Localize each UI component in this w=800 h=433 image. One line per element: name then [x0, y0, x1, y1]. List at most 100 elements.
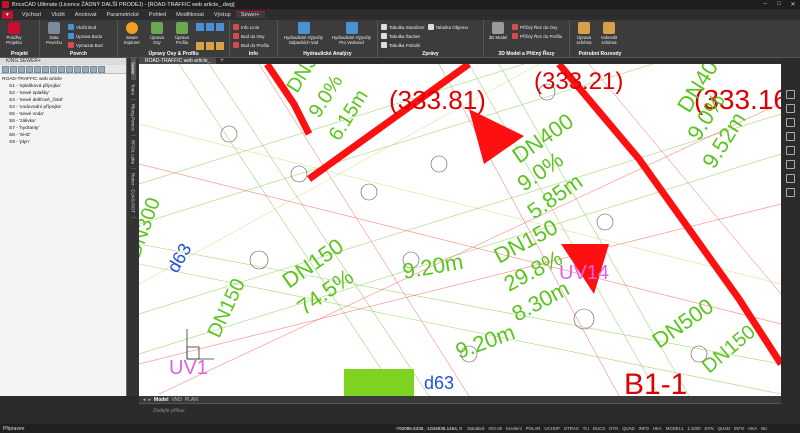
tabulka-staniceni-button[interactable]: Tabulka Staničení [381, 23, 425, 31]
drawing-svg[interactable]: (333.81) (333.21) (333.16) B1-1 DN3009.0… [139, 64, 781, 396]
layers-icon[interactable] [786, 118, 795, 127]
tool-icon[interactable] [206, 23, 214, 31]
tool-icon[interactable] [196, 41, 204, 50]
status-toggle-button[interactable]: OTRAS [562, 426, 581, 431]
structure-icon[interactable] [786, 160, 795, 169]
grid-icon[interactable] [786, 146, 795, 155]
tool-icon[interactable] [50, 66, 57, 73]
tree-item[interactable]: S9 - 'plyn' [2, 139, 124, 146]
layout-tab-vm3[interactable]: VM3 [171, 397, 181, 403]
minimize-icon[interactable]: – [758, 1, 772, 8]
vtab-rfoil[interactable]: RFOIL Luke [130, 136, 136, 169]
status-toggle-button[interactable]: DUCS [591, 426, 607, 431]
tab-modifikovat[interactable]: Modifikovat [171, 12, 209, 18]
group-upravy: Sewer Explorer Úprava Osy Úprava Profilu… [118, 20, 230, 58]
status-toggle-button[interactable]: Nic [759, 426, 769, 431]
tool-icon[interactable] [216, 23, 224, 31]
bod-do-osy-button[interactable]: Bod do Osy [233, 32, 269, 40]
tree-item[interactable]: S7 - 'hydranty' [2, 125, 124, 132]
layout-tabs: ◂ ▸ Model VM3 PLAN [139, 396, 781, 403]
tree-item[interactable]: S5 - 'sewé voda' [2, 111, 124, 118]
vtab-sewer[interactable]: Sewer [130, 58, 136, 80]
status-toggle-button[interactable]: ISO-25 [486, 426, 504, 431]
settings-icon[interactable] [786, 104, 795, 113]
status-toggle-button[interactable]: QUAD [716, 426, 732, 431]
status-toggle-button[interactable]: HKA [746, 426, 759, 431]
nav-next-icon[interactable]: ▸ [149, 397, 152, 403]
tool-icon[interactable] [98, 66, 105, 73]
properties-icon[interactable] [786, 132, 795, 141]
status-toggle-button[interactable]: 1:1000 [685, 426, 702, 431]
pricny-rez-profilu-button[interactable]: Příčný Řez do Profilu [512, 32, 562, 40]
tool-icon[interactable] [90, 66, 97, 73]
pricny-rez-osy-button[interactable]: Příčný Řez do Osy [512, 23, 562, 31]
tool-icon[interactable] [66, 66, 73, 73]
close-icon[interactable]: ✕ [786, 1, 800, 8]
group-label: Info [248, 51, 259, 57]
tool-icon[interactable] [206, 41, 214, 50]
status-toggle-button[interactable]: DYN [607, 426, 620, 431]
tool-icon[interactable] [196, 23, 204, 31]
tree-item[interactable]: S2 - 'sewé splašky' [2, 90, 124, 97]
bod-do-profilu-button[interactable]: Bod do Profilu [233, 41, 269, 49]
vlozit-bod-button[interactable]: Vložit Bod [68, 23, 103, 31]
status-toggle-button[interactable]: Standard [465, 426, 486, 431]
tabulka-sachet-button[interactable]: Tabulka Šachet [381, 32, 425, 40]
vtab-runer[interactable]: Runer - CUAS-DOT [130, 169, 136, 218]
tool-icon[interactable] [42, 66, 49, 73]
tree-item[interactable]: S4 - 'vodovodní přípojka' [2, 104, 124, 111]
status-toggle-button[interactable]: UCHOP [542, 426, 562, 431]
tab-pohled[interactable]: Pohled [144, 12, 171, 18]
tabulka-potrubi-button[interactable]: Tabulka Potrubí [381, 41, 425, 49]
tool-icon[interactable] [216, 41, 224, 50]
status-toggle-button[interactable]: POLAR [524, 426, 543, 431]
status-toggle-button[interactable]: Kreslení [504, 426, 524, 431]
group-label: Povrch [70, 51, 87, 57]
tool-icon[interactable] [18, 66, 25, 73]
status-toggle-button[interactable]: HKA [651, 426, 664, 431]
tool-icon[interactable] [26, 66, 33, 73]
tab-vychozi[interactable]: Výchozí [17, 12, 47, 18]
drawing-canvas[interactable]: (333.81) (333.21) (333.16) B1-1 DN3009.0… [139, 64, 781, 396]
group-3d-model: 3D Model Příčný Řez do Osy Příčný Řez do… [484, 20, 570, 58]
tool-icon[interactable] [82, 66, 89, 73]
tree-item[interactable]: S6 - 'zálivka' [2, 118, 124, 125]
status-toggle-button[interactable]: DYN [703, 426, 716, 431]
tree-item[interactable]: S1 - 'splašková přípojka' [2, 83, 124, 90]
blocks-icon[interactable] [786, 188, 795, 197]
bulb-icon[interactable] [786, 90, 795, 99]
tool-icon[interactable] [58, 66, 65, 73]
tab-vystup[interactable]: Výstup [209, 12, 236, 18]
status-toggle-button[interactable]: QUAD [620, 426, 636, 431]
layout-tab-model[interactable]: Model [154, 397, 168, 403]
tree-item[interactable]: S3 - 'sewé dešťové_čisté' [2, 97, 124, 104]
app-menu-button[interactable]: ▾ [2, 10, 13, 19]
maximize-icon[interactable]: □ [772, 1, 786, 8]
tabulka-objemu-button[interactable]: Tabulka Objemu [427, 23, 468, 31]
vymazat-bod-button[interactable]: Vymazat Bod [68, 41, 103, 49]
profile-edit-icon [176, 22, 188, 34]
tool-icon[interactable] [34, 66, 41, 73]
tree-item[interactable]: S8 - 'SHZ' [2, 132, 124, 139]
tab-parametricke[interactable]: Parametrické [102, 12, 144, 18]
tab-vlozit[interactable]: Vložit [46, 12, 69, 18]
nav-first-icon[interactable]: ◂ [143, 397, 146, 403]
info-linie-button[interactable]: Info Linie [233, 23, 269, 31]
tree-item[interactable]: ROAD-TRAFFIC web article [2, 76, 124, 83]
library-icon[interactable] [786, 174, 795, 183]
tool-icon[interactable] [74, 66, 81, 73]
tool-icon[interactable] [2, 66, 9, 73]
command-line[interactable]: Zadejte příkaz [139, 403, 781, 419]
vtab-pomoc[interactable]: Rlung.Pomoc [130, 100, 136, 136]
vtab-tours[interactable]: Tours [130, 80, 136, 100]
tab-anotovat[interactable]: Anotovat [70, 12, 102, 18]
point-icon [233, 42, 239, 48]
uprava-bodu-button[interactable]: Úprava Bodu [68, 32, 103, 40]
tool-icon[interactable] [10, 66, 17, 73]
tab-sewer[interactable]: Sewer+ [235, 11, 265, 18]
status-toggle-button[interactable]: INFO [732, 426, 746, 431]
status-toggle-button[interactable]: TLI [581, 426, 591, 431]
status-toggle-button[interactable]: INFO [637, 426, 651, 431]
layout-tab-plan[interactable]: PLAN [185, 397, 198, 403]
status-toggle-button[interactable]: MODEL1 [664, 426, 686, 431]
